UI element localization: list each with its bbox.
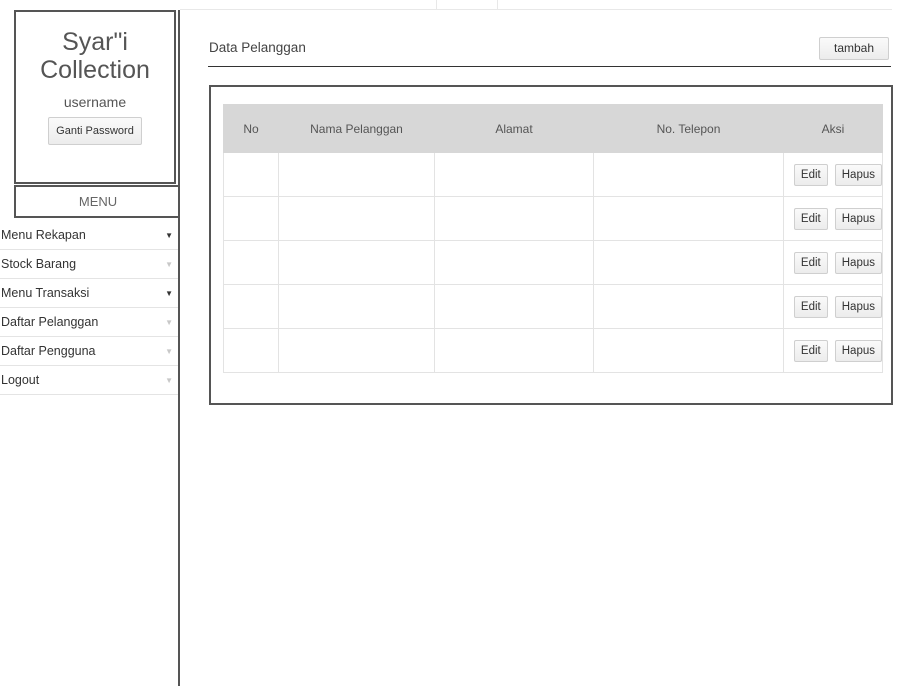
table-header-row: No Nama Pelanggan Alamat No. Telepon Aks… xyxy=(223,104,883,153)
menu-heading: MENU xyxy=(14,185,180,218)
cell-no xyxy=(223,196,279,241)
sidebar-item-label: Logout xyxy=(1,373,40,387)
brand-logo: Syar"i Collection xyxy=(16,28,174,84)
tambah-button[interactable]: tambah xyxy=(819,37,889,60)
hapus-button[interactable]: Hapus xyxy=(834,339,882,362)
cell-no xyxy=(223,284,279,329)
cell-telepon xyxy=(593,240,784,285)
customer-table: No Nama Pelanggan Alamat No. Telepon Aks… xyxy=(223,104,883,373)
column-header-no: No xyxy=(223,104,279,153)
caret-down-icon: ▼ xyxy=(165,289,173,298)
sidebar-item-menu-rekapan[interactable]: Menu Rekapan ▼ xyxy=(0,222,178,250)
cell-nama xyxy=(278,196,435,241)
table-row: Edit Hapus xyxy=(223,196,883,241)
sidebar-item-label: Menu Rekapan xyxy=(1,228,86,242)
table-row: Edit Hapus xyxy=(223,240,883,285)
sidebar-item-menu-transaksi[interactable]: Menu Transaksi ▼ xyxy=(0,280,178,308)
edit-button[interactable]: Edit xyxy=(793,251,828,274)
edit-button[interactable]: Edit xyxy=(793,339,828,362)
sidebar-item-label: Daftar Pelanggan xyxy=(1,315,99,329)
sidebar-item-label: Stock Barang xyxy=(1,257,77,271)
cell-aksi: Edit Hapus xyxy=(783,196,883,241)
cell-aksi: Edit Hapus xyxy=(783,284,883,329)
sidebar-border xyxy=(178,10,180,686)
page-title: Data Pelanggan xyxy=(209,40,306,55)
caret-down-icon: ▼ xyxy=(165,231,173,240)
top-tick xyxy=(497,0,498,9)
username-label: username xyxy=(63,94,127,110)
cell-telepon xyxy=(593,284,784,329)
sidebar-item-daftar-pengguna[interactable]: Daftar Pengguna ▼ xyxy=(0,338,178,366)
edit-button[interactable]: Edit xyxy=(793,163,828,186)
sidebar-item-logout[interactable]: Logout ▼ xyxy=(0,367,178,395)
customer-panel: No Nama Pelanggan Alamat No. Telepon Aks… xyxy=(209,85,893,405)
hapus-button[interactable]: Hapus xyxy=(834,207,882,230)
column-header-alamat: Alamat xyxy=(434,104,594,153)
cell-aksi: Edit Hapus xyxy=(783,152,883,197)
title-underline xyxy=(208,66,891,67)
column-header-nama: Nama Pelanggan xyxy=(278,104,435,153)
hapus-button[interactable]: Hapus xyxy=(834,295,882,318)
sidebar-item-label: Menu Transaksi xyxy=(1,286,90,300)
sidebar-item-stock-barang[interactable]: Stock Barang ▼ xyxy=(0,251,178,279)
top-divider xyxy=(180,9,892,10)
cell-telepon xyxy=(593,328,784,373)
cell-nama xyxy=(278,152,435,197)
cell-no xyxy=(223,152,279,197)
cell-alamat xyxy=(434,328,594,373)
column-header-telepon: No. Telepon xyxy=(593,104,784,153)
top-tick xyxy=(436,0,437,9)
cell-telepon xyxy=(593,152,784,197)
cell-alamat xyxy=(434,152,594,197)
column-header-aksi: Aksi xyxy=(783,104,883,153)
table-row: Edit Hapus xyxy=(223,284,883,329)
cell-aksi: Edit Hapus xyxy=(783,328,883,373)
hapus-button[interactable]: Hapus xyxy=(834,251,882,274)
edit-button[interactable]: Edit xyxy=(793,207,828,230)
brand-line-2: Collection xyxy=(40,56,150,84)
hapus-button[interactable]: Hapus xyxy=(834,163,882,186)
caret-down-icon: ▼ xyxy=(165,376,173,385)
cell-aksi: Edit Hapus xyxy=(783,240,883,285)
sidebar-menu: Menu Rekapan ▼ Stock Barang ▼ Menu Trans… xyxy=(0,222,178,396)
caret-down-icon: ▼ xyxy=(165,260,173,269)
cell-nama xyxy=(278,328,435,373)
cell-no xyxy=(223,328,279,373)
brand-box: Syar"i Collection username Ganti Passwor… xyxy=(14,10,176,184)
cell-alamat xyxy=(434,240,594,285)
cell-no xyxy=(223,240,279,285)
cell-nama xyxy=(278,240,435,285)
cell-alamat xyxy=(434,196,594,241)
edit-button[interactable]: Edit xyxy=(793,295,828,318)
cell-alamat xyxy=(434,284,594,329)
cell-nama xyxy=(278,284,435,329)
sidebar-item-label: Daftar Pengguna xyxy=(1,344,96,358)
table-row: Edit Hapus xyxy=(223,152,883,197)
brand-line-1: Syar"i xyxy=(62,28,128,56)
caret-down-icon: ▼ xyxy=(165,318,173,327)
table-row: Edit Hapus xyxy=(223,328,883,373)
sidebar-item-daftar-pelanggan[interactable]: Daftar Pelanggan ▼ xyxy=(0,309,178,337)
cell-telepon xyxy=(593,196,784,241)
ganti-password-button[interactable]: Ganti Password xyxy=(48,117,142,145)
caret-down-icon: ▼ xyxy=(165,347,173,356)
